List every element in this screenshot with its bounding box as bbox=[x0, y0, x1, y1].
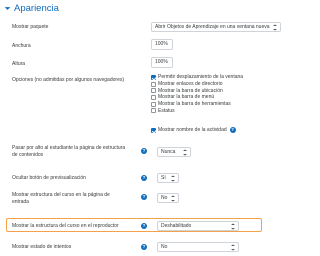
mostrar-paquete-label: Mostrar paquete bbox=[12, 24, 49, 30]
opciones-label: Opciones (no admitidas por algunos naveg… bbox=[12, 77, 125, 83]
ocultar-boton-select[interactable]: Sí bbox=[157, 173, 179, 183]
anchura-input[interactable]: 100% bbox=[151, 39, 173, 50]
opciones-checkbox-list: Permitir desplazamiento de la ventana Mo… bbox=[151, 74, 243, 114]
checkbox-barra-herramientas[interactable]: Mostrar la barra de herramientas bbox=[151, 101, 243, 108]
checkbox-barra-ubicacion[interactable]: Mostrar la barra de ubicación bbox=[151, 87, 243, 94]
checkbox-enlaces-directorio[interactable]: Mostrar enlaces de directorio bbox=[151, 81, 243, 88]
mostrar-estructura-label: Mostrar estructura del curso en la págin… bbox=[12, 192, 110, 205]
checkbox-icon[interactable] bbox=[151, 101, 156, 107]
checkbox-checked-icon[interactable] bbox=[151, 74, 156, 80]
select-arrow-icon bbox=[231, 244, 235, 251]
pasar-por-alto-label: Pasar por alto al estudiante la página d… bbox=[12, 145, 126, 158]
select-arrow-icon bbox=[231, 223, 235, 230]
question-circle-icon[interactable]: ? bbox=[141, 194, 147, 200]
checkbox-barra-menu[interactable]: Mostrar la barra de menú bbox=[151, 94, 243, 101]
estado-intentos-select[interactable]: No bbox=[157, 242, 239, 252]
section-title: Apariencia bbox=[14, 2, 59, 14]
select-arrow-icon bbox=[183, 149, 187, 156]
checkbox-icon[interactable] bbox=[151, 94, 156, 100]
checkbox-estatus[interactable]: Estatus bbox=[151, 107, 243, 114]
mostrar-paquete-select[interactable]: Abrir Objetos de Aprendizaje en una vent… bbox=[151, 22, 281, 32]
mostrar-estructura-select[interactable]: No bbox=[157, 193, 179, 203]
select-arrow-icon bbox=[171, 195, 175, 202]
checkbox-permitir-desplazamiento[interactable]: Permitir desplazamiento de la ventana bbox=[151, 74, 243, 81]
question-circle-icon[interactable]: ? bbox=[141, 223, 147, 229]
altura-input[interactable]: 100% bbox=[151, 57, 173, 68]
pasar-por-alto-select[interactable]: Nunca bbox=[157, 147, 191, 157]
activity-name-row: Mostrar nombre de la actividad ? bbox=[151, 127, 236, 134]
select-arrow-icon bbox=[171, 175, 175, 182]
section-header-apariencia[interactable]: Apariencia bbox=[4, 2, 59, 14]
chevron-down-icon bbox=[4, 6, 11, 10]
question-circle-icon[interactable]: ? bbox=[141, 175, 147, 181]
question-circle-icon[interactable]: ? bbox=[141, 244, 147, 250]
anchura-label: Anchura bbox=[12, 43, 31, 49]
checkbox-mostrar-nombre-actividad[interactable]: Mostrar nombre de la actividad ? bbox=[151, 127, 236, 134]
estructura-reproductor-label: Mostrar la estructura del curso en el re… bbox=[12, 223, 119, 229]
question-circle-icon[interactable]: ? bbox=[229, 127, 236, 134]
altura-label: Altura bbox=[12, 61, 26, 67]
estado-intentos-label: Mostrar estado de intentos bbox=[12, 244, 72, 250]
checkbox-icon[interactable] bbox=[151, 81, 156, 87]
question-circle-icon[interactable]: ? bbox=[141, 148, 147, 154]
select-arrow-icon bbox=[273, 24, 277, 31]
estructura-reproductor-select[interactable]: Deshabilitado bbox=[157, 221, 239, 231]
mostrar-paquete-value: Abrir Objetos de Aprendizaje en una vent… bbox=[155, 24, 270, 30]
checkbox-icon[interactable] bbox=[151, 88, 156, 94]
ocultar-boton-label: Ocultar botón de previsualización bbox=[12, 175, 86, 181]
checkbox-icon[interactable] bbox=[151, 108, 156, 114]
checkbox-checked-icon[interactable] bbox=[151, 127, 156, 133]
